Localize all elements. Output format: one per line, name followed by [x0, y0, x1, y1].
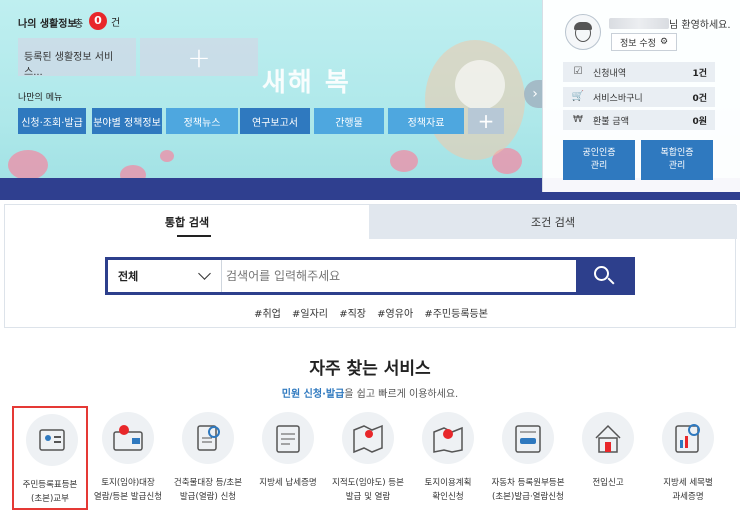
tag-link[interactable]: #주민등록등본	[424, 309, 488, 320]
user-hair-icon	[574, 22, 592, 30]
frequent-service-label: 지방세 세목별 과세증명	[663, 478, 713, 502]
frequent-services-subtitle: 민원 신청·발급을 쉽고 빠르게 이용하세요.	[281, 389, 459, 400]
application-history-row[interactable]: ☑ 신청내역 1건	[563, 62, 715, 82]
frequent-service-label: 토지이용계획 확인신청	[424, 478, 472, 502]
frequent-service-label: 건축물대장 등/초본 발급(열람) 신청	[173, 478, 243, 502]
search-category-select[interactable]: 전체	[108, 260, 222, 292]
my-menu-label: 나만의 메뉴	[18, 93, 63, 103]
multi-cert-manage-button[interactable]: 복합인증 관리	[641, 140, 713, 180]
cadastral-map-icon	[342, 412, 394, 464]
tag-link[interactable]: #일자리	[292, 309, 328, 320]
user-panel: 님 환영하세요. 정보 수정 ⚙ ☑ 신청내역 1건 🛒 서비스바구니 0건 ₩ …	[542, 0, 740, 192]
blurred-user-name	[609, 18, 669, 29]
service-basket-row[interactable]: 🛒 서비스바구니 0건	[563, 87, 715, 107]
tab-condition-search[interactable]: 조건 검색	[369, 205, 737, 239]
won-icon: ₩	[573, 114, 583, 125]
frequent-service-label: 주민등록표등본 (초본)교부	[22, 480, 78, 504]
total-label: 총	[74, 19, 84, 30]
search-input[interactable]	[226, 266, 566, 286]
frequent-service-label: 전입신고	[592, 478, 624, 488]
tag-link[interactable]: #영유아	[377, 309, 413, 320]
add-life-info-button[interactable]: +	[140, 38, 258, 76]
active-tab-indicator	[177, 235, 211, 237]
frequent-service-item[interactable]: 토지(임야)대장 열람/등본 발급신청	[90, 406, 166, 510]
life-info-count-badge: 0	[89, 12, 107, 30]
life-info-panel: 나의 생활정보 총 0 건 등록된 생활정보 서비스... + 나만의 메뉴 신…	[4, 0, 540, 192]
tax-list-icon	[662, 412, 714, 464]
add-menu-button[interactable]: +	[468, 108, 504, 134]
menu-policy-materials[interactable]: 정책자료	[388, 108, 464, 134]
search-bar: 전체	[105, 257, 635, 295]
count-unit: 건	[111, 18, 121, 29]
user-greeting: 님 환영하세요.	[609, 16, 731, 31]
edit-info-button[interactable]: 정보 수정 ⚙	[611, 33, 677, 51]
tag-link[interactable]: #취업	[254, 309, 281, 320]
land-use-plan-icon	[422, 412, 474, 464]
menu-policy-info-by-field[interactable]: 분야별 정책정보	[92, 108, 162, 134]
tax-document-icon	[262, 412, 314, 464]
frequent-service-item[interactable]: 지방세 납세증명	[250, 406, 326, 510]
building-register-icon	[182, 412, 234, 464]
land-register-icon	[102, 412, 154, 464]
registered-service-card[interactable]: 등록된 생활정보 서비스...	[18, 38, 136, 78]
tag-link[interactable]: #직장	[339, 309, 366, 320]
frequent-service-item[interactable]: 지방세 세목별 과세증명	[650, 406, 726, 510]
menu-research-reports[interactable]: 연구보고서	[240, 108, 310, 134]
avatar	[565, 14, 601, 50]
menu-apply-inquiry-issue[interactable]: 신청·조회·발급	[18, 108, 86, 134]
public-cert-manage-button[interactable]: 공인인증 관리	[563, 140, 635, 180]
refund-amount-row[interactable]: ₩ 환불 금액 0원	[563, 110, 715, 130]
search-button[interactable]	[576, 260, 632, 292]
frequent-service-item[interactable]: 토지이용계획 확인신청	[410, 406, 486, 510]
checklist-icon: ☑	[573, 66, 583, 77]
id-card-icon	[26, 414, 78, 466]
menu-publications[interactable]: 간행물	[314, 108, 384, 134]
cart-icon: 🛒	[571, 91, 585, 102]
frequent-service-item[interactable]: 자동차 등록원부등본 (초본)발급·열람신청	[490, 406, 566, 510]
frequent-service-item[interactable]: 건축물대장 등/초본 발급(열람) 신청	[170, 406, 246, 510]
frequent-service-label: 지방세 납세증명	[259, 478, 317, 488]
move-in-report-icon	[582, 412, 634, 464]
menu-policy-news[interactable]: 정책뉴스	[166, 108, 238, 134]
chevron-down-icon	[198, 267, 211, 280]
search-section: 통합 검색 조건 검색 전체 #취업 #일자리 #직장 #영유아 #주민등록등본	[4, 204, 737, 328]
frequent-service-label: 자동차 등록원부등본 (초본)발급·열람신청	[491, 478, 565, 502]
frequent-services-title: 자주 찾는 서비스	[309, 359, 431, 379]
frequent-service-label: 지적도(임야도) 등본 발급 및 열람	[332, 478, 404, 502]
frequent-service-item[interactable]: 지적도(임야도) 등본 발급 및 열람	[330, 406, 406, 510]
popular-tags: #취업 #일자리 #직장 #영유아 #주민등록등본	[5, 305, 737, 320]
frequent-service-label: 토지(임야)대장 열람/등본 발급신청	[93, 478, 163, 502]
gear-icon: ⚙	[659, 37, 669, 47]
my-life-info-label: 나의 생활정보	[18, 19, 77, 30]
frequent-service-item[interactable]: 전입신고	[570, 406, 646, 510]
frequent-service-item[interactable]: 주민등록표등본 (초본)교부	[12, 406, 88, 510]
car-register-icon	[502, 412, 554, 464]
tab-integrated-search[interactable]: 통합 검색	[5, 205, 369, 239]
